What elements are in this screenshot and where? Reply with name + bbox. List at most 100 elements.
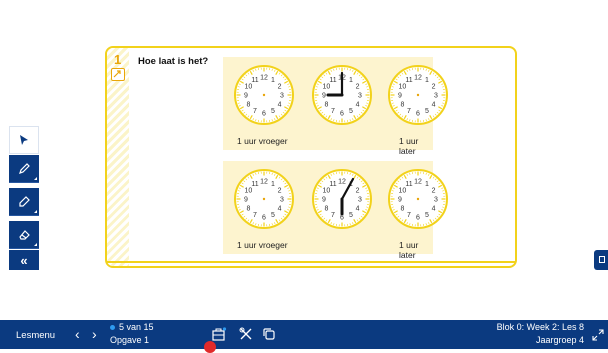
marker-icon bbox=[18, 195, 31, 208]
clock-numeral: 10 bbox=[399, 188, 407, 195]
bottom-bar: Lesmenu ‹ › 5 van 15 Opgave 1 Blok 0: We… bbox=[0, 320, 608, 349]
clock-numeral: 8 bbox=[400, 206, 404, 213]
clock-numeral: 3 bbox=[358, 197, 362, 204]
clock-numeral: 3 bbox=[280, 93, 284, 100]
clock-numeral: 3 bbox=[280, 197, 284, 204]
clock-face-three: 123456789101112 bbox=[310, 63, 374, 127]
clock-numeral: 7 bbox=[331, 108, 335, 115]
clock-numeral: 10 bbox=[245, 188, 253, 195]
exercise-title: Hoe laat is het? bbox=[138, 56, 208, 67]
clock-numeral: 3 bbox=[434, 197, 438, 204]
clock-numeral: 1 bbox=[271, 77, 275, 84]
clock-numeral: 4 bbox=[432, 206, 436, 213]
clock-numeral: 3 bbox=[434, 93, 438, 100]
pointer-icon bbox=[18, 134, 30, 146]
clock-numeral: 5 bbox=[271, 212, 275, 219]
clock-numeral: 12 bbox=[338, 179, 346, 186]
next-button[interactable]: › bbox=[92, 326, 97, 342]
collapse-toolbar-button[interactable]: « bbox=[9, 250, 39, 270]
clock-numeral: 2 bbox=[278, 188, 282, 195]
tools-icon[interactable] bbox=[239, 327, 253, 341]
clock-numeral: 1 bbox=[349, 77, 353, 84]
clock-numeral: 4 bbox=[278, 206, 282, 213]
clock-numeral: 6 bbox=[262, 215, 266, 222]
copy-icon[interactable] bbox=[262, 327, 276, 341]
label-later: 1 uur later bbox=[399, 136, 433, 156]
clock-numeral: 6 bbox=[340, 215, 344, 222]
clock-numeral: 11 bbox=[405, 181, 412, 188]
clock-numeral: 4 bbox=[278, 102, 282, 109]
clock-numeral: 9 bbox=[322, 197, 326, 204]
expand-icon[interactable] bbox=[592, 329, 604, 341]
clock-numeral: 11 bbox=[329, 181, 336, 188]
clock-numeral: 6 bbox=[340, 111, 344, 118]
clock-numeral: 12 bbox=[414, 75, 422, 82]
marker-tool-button[interactable] bbox=[9, 188, 39, 216]
clock-numeral: 10 bbox=[399, 84, 407, 91]
label-later: 1 uur later bbox=[399, 240, 433, 260]
clock-numeral: 9 bbox=[398, 93, 402, 100]
pencil-icon bbox=[18, 162, 31, 175]
panel-icon bbox=[599, 256, 605, 263]
clock-face-six: 123456789101112 bbox=[310, 167, 374, 231]
clock-face-empty-3: 123456789101112 bbox=[232, 167, 296, 231]
clock-numeral: 5 bbox=[349, 108, 353, 115]
clock-numeral: 11 bbox=[329, 77, 336, 84]
lesmenu-button[interactable]: Lesmenu bbox=[16, 330, 55, 341]
clock-numeral: 2 bbox=[356, 188, 360, 195]
clock-numeral: 8 bbox=[400, 102, 404, 109]
clock-numeral: 2 bbox=[432, 84, 436, 91]
clock-numeral: 12 bbox=[260, 75, 268, 82]
eraser-tool-button[interactable] bbox=[9, 221, 39, 249]
clock-face-empty-4: 123456789101112 bbox=[386, 167, 450, 231]
clock-numeral: 12 bbox=[414, 179, 422, 186]
card-bottom-line bbox=[107, 261, 515, 263]
clock-numeral: 11 bbox=[251, 181, 258, 188]
notification-dot bbox=[204, 341, 216, 353]
clock-numeral: 5 bbox=[425, 212, 429, 219]
clock-numeral: 8 bbox=[324, 206, 328, 213]
clock-numeral: 11 bbox=[405, 77, 412, 84]
clock-numeral: 6 bbox=[262, 111, 266, 118]
clock-numeral: 12 bbox=[260, 179, 268, 186]
toolbox-icon[interactable] bbox=[212, 327, 227, 341]
clock-numeral: 10 bbox=[323, 84, 331, 91]
page-position: 5 van 15 bbox=[119, 322, 154, 332]
clock-numeral: 7 bbox=[407, 108, 411, 115]
clock-numeral: 1 bbox=[271, 181, 275, 188]
clock-numeral: 9 bbox=[398, 197, 402, 204]
pencil-tool-button[interactable] bbox=[9, 155, 39, 183]
clock-numeral: 10 bbox=[323, 188, 331, 195]
status-dot bbox=[110, 325, 115, 330]
clock-numeral: 7 bbox=[331, 212, 335, 219]
label-earlier: 1 uur vroeger bbox=[237, 240, 288, 250]
pointer-tool-button[interactable] bbox=[9, 126, 39, 154]
clock-numeral: 5 bbox=[271, 108, 275, 115]
clock-numeral: 8 bbox=[246, 206, 250, 213]
clock-panel-1: 123456789101112 123456789101112 12345678… bbox=[223, 57, 433, 150]
clock-numeral: 7 bbox=[253, 108, 257, 115]
eraser-icon bbox=[18, 228, 31, 241]
clock-numeral: 3 bbox=[358, 93, 362, 100]
side-panel-toggle[interactable] bbox=[594, 250, 608, 270]
clock-numeral: 2 bbox=[278, 84, 282, 91]
clock-numeral: 4 bbox=[356, 102, 360, 109]
clock-numeral: 2 bbox=[356, 84, 360, 91]
clock-numeral: 6 bbox=[416, 111, 420, 118]
clock-numeral: 5 bbox=[425, 108, 429, 115]
exercise-number: 1 bbox=[114, 52, 121, 67]
exercise-info-icon[interactable] bbox=[111, 68, 125, 81]
prev-button[interactable]: ‹ bbox=[75, 326, 80, 342]
clock-numeral: 8 bbox=[246, 102, 250, 109]
clock-numeral: 11 bbox=[251, 77, 258, 84]
clock-numeral: 9 bbox=[322, 93, 326, 100]
clock-numeral: 7 bbox=[407, 212, 411, 219]
clock-face-empty-1: 123456789101112 bbox=[232, 63, 296, 127]
task-label: Opgave 1 bbox=[110, 335, 149, 345]
clock-numeral: 4 bbox=[356, 206, 360, 213]
clock-numeral: 6 bbox=[416, 215, 420, 222]
clock-numeral: 7 bbox=[253, 212, 257, 219]
clock-numeral: 1 bbox=[425, 77, 429, 84]
group-label: Jaargroep 4 bbox=[536, 335, 584, 345]
clock-numeral: 9 bbox=[244, 197, 248, 204]
